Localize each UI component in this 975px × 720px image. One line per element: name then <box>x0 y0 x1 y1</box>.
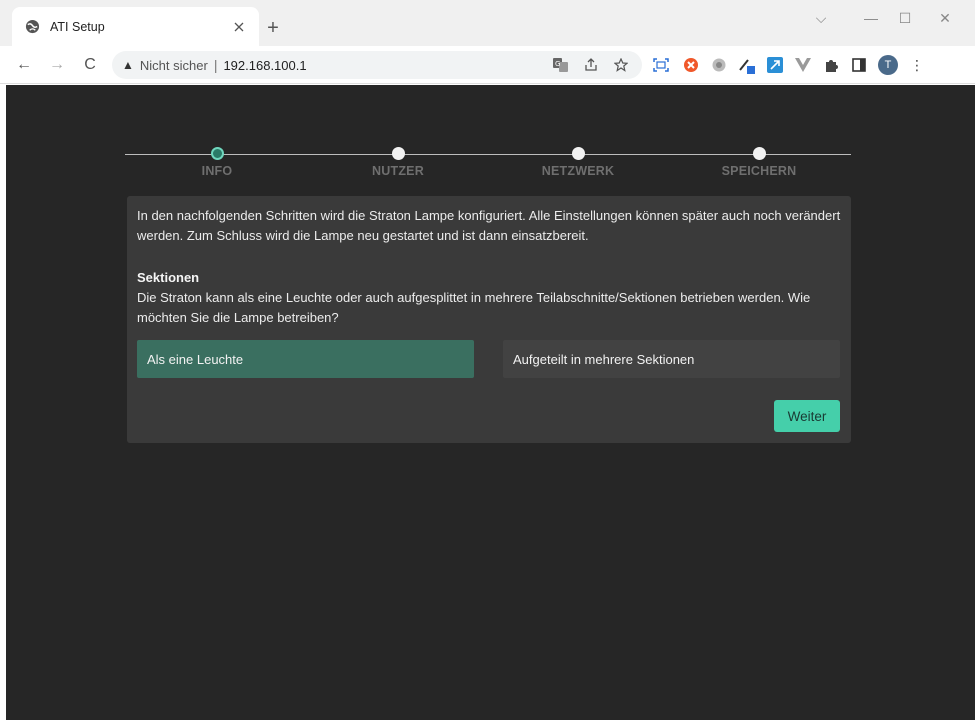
pen-icon[interactable] <box>738 56 756 74</box>
step-label: NUTZER <box>372 164 424 178</box>
tab-close-icon[interactable] <box>229 17 249 37</box>
tab-search-icon[interactable]: ⌵ <box>806 10 836 30</box>
globe-favicon-icon <box>24 19 40 35</box>
globe-extension-icon[interactable] <box>710 56 728 74</box>
step-nutzer: NUTZER <box>338 147 458 178</box>
step-indicator <box>391 147 405 160</box>
minimize-button[interactable]: — <box>856 10 886 30</box>
tab-title: ATI Setup <box>50 19 105 34</box>
step-label: NETZWERK <box>541 164 615 178</box>
bookmark-star-icon[interactable] <box>608 52 634 78</box>
back-button[interactable]: ← <box>14 55 34 75</box>
security-status[interactable]: Nicht sicher <box>140 58 208 73</box>
warning-icon[interactable]: ▲ <box>122 58 134 72</box>
reload-button[interactable]: C <box>80 55 100 75</box>
url-text[interactable]: 192.168.100.1 <box>223 58 306 73</box>
menu-icon[interactable]: ⋮ <box>908 56 926 74</box>
intro-text: In den nachfolgenden Schritten wird die … <box>137 208 841 243</box>
puzzle-icon[interactable] <box>822 56 840 74</box>
page-viewport: INFO NUTZER NETZWERK SPEICHERN In den na… <box>6 85 975 720</box>
step-indicator <box>752 147 766 160</box>
step-label: INFO <box>201 164 233 178</box>
option-multiple-sections[interactable]: Aufgeteilt in mehrere Sektionen <box>503 340 840 378</box>
step-indicator-active <box>210 147 224 160</box>
forward-button[interactable]: → <box>47 55 67 75</box>
share-icon[interactable] <box>578 52 604 78</box>
next-button[interactable]: Weiter <box>774 400 840 432</box>
browser-toolbar: ← → C ▲ Nicht sicher | 192.168.100.1 G T… <box>0 46 975 84</box>
expand-icon[interactable] <box>766 56 784 74</box>
setup-card: In den nachfolgenden Schritten wird die … <box>127 196 851 443</box>
step-speichern: SPEICHERN <box>699 147 819 178</box>
step-label: SPEICHERN <box>721 164 797 178</box>
ublock-icon[interactable] <box>682 56 700 74</box>
close-window-button[interactable]: ✕ <box>930 10 960 30</box>
translate-icon[interactable]: G <box>548 52 574 78</box>
sidepanel-icon[interactable] <box>850 56 868 74</box>
option-single-lamp[interactable]: Als eine Leuchte <box>137 340 474 378</box>
wizard-stepper: INFO NUTZER NETZWERK SPEICHERN <box>125 147 851 183</box>
section-heading: Sektionen <box>137 270 200 285</box>
section-description: Die Straton kann als eine Leuchte oder a… <box>137 290 811 325</box>
svg-text:G: G <box>555 60 560 68</box>
tab-strip: ATI Setup + ⌵ — ☐ ✕ <box>0 0 975 46</box>
screenshot-icon[interactable] <box>652 56 670 74</box>
step-netzwerk: NETZWERK <box>518 147 638 178</box>
browser-tab[interactable]: ATI Setup <box>12 7 259 46</box>
step-info: INFO <box>157 147 277 178</box>
new-tab-button[interactable]: + <box>262 17 284 39</box>
step-indicator <box>571 147 585 160</box>
profile-avatar[interactable]: T <box>878 55 898 75</box>
maximize-button[interactable]: ☐ <box>890 10 920 30</box>
omnibox-separator: | <box>213 57 218 73</box>
vue-icon[interactable] <box>794 56 812 74</box>
